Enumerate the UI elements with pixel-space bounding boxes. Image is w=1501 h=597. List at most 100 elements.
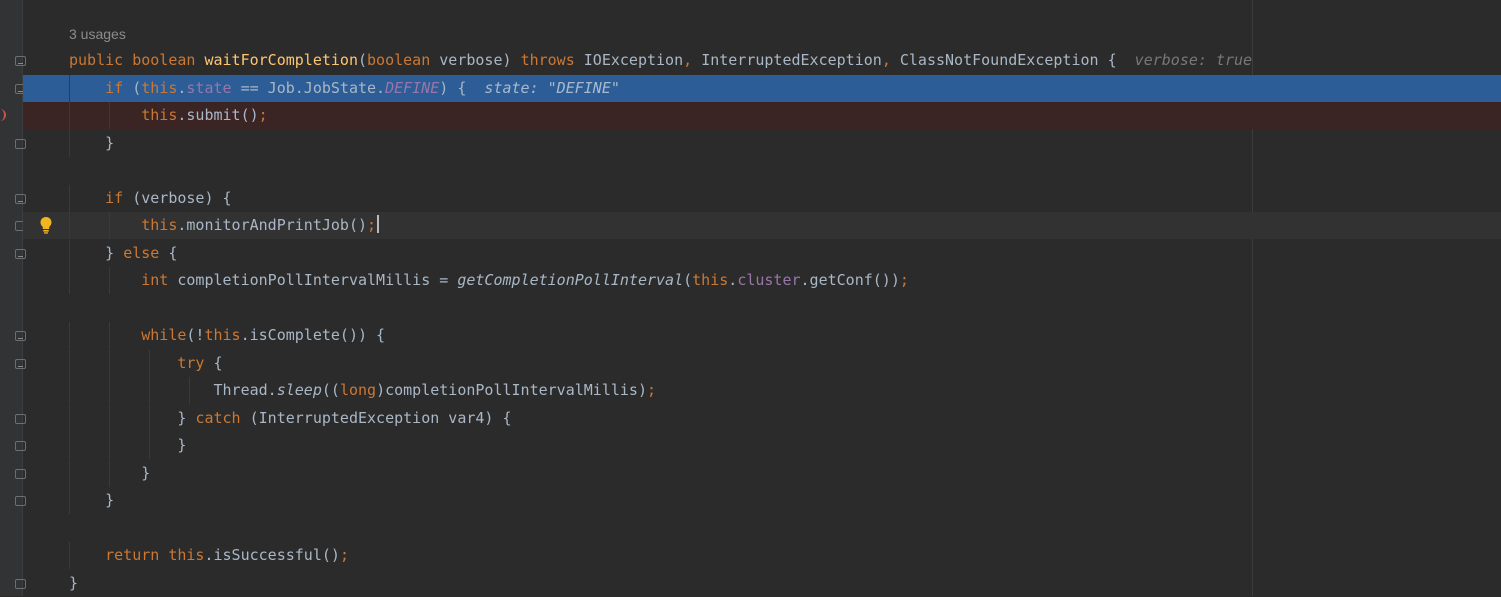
indent-guide — [149, 377, 150, 404]
code-line[interactable]: } — [23, 432, 1501, 459]
code-line[interactable]: try { — [23, 349, 1501, 377]
code-text: public boolean waitForCompletion(boolean… — [69, 47, 1252, 74]
code-token: completionPollIntervalMillis = — [177, 271, 458, 289]
indent-guide — [69, 459, 70, 487]
code-token: .submit() — [177, 106, 259, 124]
code-token: DEFINE — [385, 78, 440, 97]
code-text: } — [69, 432, 186, 459]
code-token: ClassNotFoundException { — [899, 51, 1117, 69]
code-token: == Job.JobState. — [231, 78, 386, 97]
code-line[interactable]: this.monitorAndPrintJob(); — [23, 212, 1501, 239]
indent-guide — [69, 404, 70, 432]
code-token: IOException — [583, 51, 684, 69]
indent-guide — [69, 239, 70, 267]
code-editor[interactable]: 3 usages public boolean waitForCompletio… — [23, 0, 1501, 596]
indent-guide — [69, 74, 70, 102]
breakpoint-icon[interactable] — [0, 109, 6, 121]
code-token: (( — [321, 381, 340, 399]
code-line[interactable]: } — [23, 570, 1501, 597]
code-token: { — [213, 353, 223, 372]
code-line[interactable]: this.submit(); — [23, 102, 1501, 129]
code-token: InterruptedException — [701, 51, 882, 69]
code-token: .isSuccessful() — [204, 546, 340, 564]
code-token: } — [69, 243, 124, 262]
indent-guide — [69, 102, 70, 129]
indent-guide — [149, 404, 150, 432]
indent-guide — [69, 487, 70, 514]
code-token: cluster — [737, 271, 801, 289]
code-token: } — [69, 436, 187, 454]
text-caret — [377, 215, 380, 233]
code-text: this.submit(); — [69, 102, 268, 129]
indent-guide — [109, 267, 110, 294]
code-token: ; — [367, 216, 377, 234]
code-token: { — [168, 243, 178, 262]
code-line[interactable] — [23, 157, 1501, 184]
code-token: boolean — [132, 51, 205, 69]
code-line[interactable] — [23, 515, 1501, 542]
indent-guide — [69, 184, 70, 212]
code-token: ( — [132, 78, 142, 97]
code-token: )completionPollIntervalMillis) — [376, 381, 647, 399]
code-token: .isComplete()) { — [240, 326, 386, 344]
code-line[interactable]: Thread.sleep((long)completionPollInterva… — [23, 377, 1501, 404]
lightbulb-icon[interactable] — [39, 216, 53, 234]
code-token: this — [141, 106, 178, 124]
code-token: ; — [647, 381, 657, 399]
code-text: int completionPollIntervalMillis = getCo… — [69, 267, 909, 294]
indent-guide — [109, 377, 110, 404]
code-line[interactable]: } catch (InterruptedException var4) { — [23, 404, 1501, 432]
code-text: } — [69, 570, 78, 597]
code-text: } catch (InterruptedException var4) { — [69, 405, 511, 432]
code-line[interactable] — [23, 295, 1501, 322]
code-token: public — [69, 51, 133, 69]
code-token: verbose) — [439, 51, 521, 69]
code-line[interactable]: } — [23, 487, 1501, 514]
code-line[interactable]: if (this.state == Job.JobState.DEFINE) {… — [23, 74, 1501, 102]
code-token: long — [339, 381, 377, 399]
code-token: ; — [899, 271, 909, 289]
code-text: try { — [69, 350, 223, 377]
indent-guide — [149, 432, 150, 459]
code-token: (verbose) { — [132, 188, 232, 207]
code-token: if — [105, 188, 133, 207]
indent-guide — [109, 432, 110, 459]
code-token: ; — [258, 106, 268, 124]
indent-guide — [69, 212, 70, 239]
code-token: this — [204, 326, 241, 344]
editor-gutter[interactable] — [0, 0, 26, 596]
code-line[interactable]: } else { — [23, 239, 1501, 267]
code-line[interactable]: } — [23, 129, 1501, 157]
code-token: ) { — [439, 78, 467, 97]
code-line[interactable]: return this.isSuccessful(); — [23, 542, 1501, 569]
code-token: this — [692, 271, 729, 289]
code-line[interactable]: if (verbose) { — [23, 184, 1501, 212]
usages-hint[interactable]: 3 usages — [69, 23, 126, 45]
code-line[interactable]: int completionPollIntervalMillis = getCo… — [23, 267, 1501, 294]
code-line[interactable]: } — [23, 459, 1501, 487]
indent-guide — [109, 459, 110, 487]
code-token: } — [69, 133, 115, 152]
code-token: waitForCompletion — [204, 51, 358, 69]
code-token: .getConf()) — [800, 271, 900, 289]
code-token: . — [728, 271, 738, 289]
code-text: return this.isSuccessful(); — [69, 542, 349, 569]
indent-guide — [69, 322, 70, 349]
code-text: if (this.state == Job.JobState.DEFINE) {… — [69, 75, 620, 102]
code-token: ; — [339, 546, 349, 564]
code-token: catch — [195, 408, 250, 427]
code-line[interactable]: while(!this.isComplete()) { — [23, 322, 1501, 349]
code-token: } — [69, 408, 196, 427]
code-token: (! — [186, 326, 205, 344]
code-token: ( — [358, 51, 368, 69]
code-text: Thread.sleep((long)completionPollInterva… — [69, 377, 656, 404]
code-line[interactable]: public boolean waitForCompletion(boolean… — [23, 47, 1501, 74]
code-token: return — [105, 546, 169, 564]
code-token: ( — [683, 271, 693, 289]
code-token: else — [123, 243, 169, 262]
indent-guide — [69, 542, 70, 569]
